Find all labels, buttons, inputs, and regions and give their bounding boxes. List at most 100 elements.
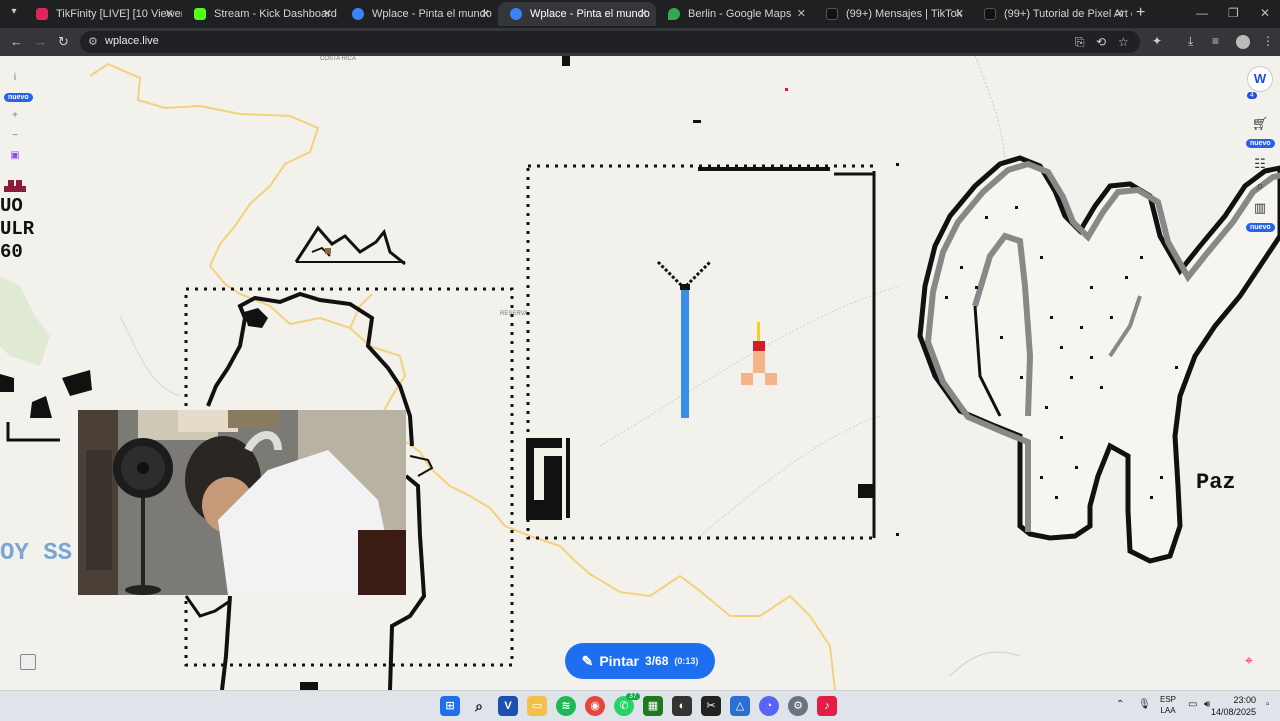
lang-code: ESP	[1160, 695, 1177, 704]
clock-time: 23:00	[1233, 695, 1256, 705]
search-icon: ⌕	[1256, 178, 1264, 193]
close-icon[interactable]: ✕	[481, 2, 490, 26]
close-window-icon[interactable]: ✕	[1260, 6, 1270, 20]
menu-dots-icon[interactable]: ⋮	[1262, 34, 1274, 48]
close-icon[interactable]: ✕	[323, 2, 332, 26]
minimize-icon[interactable]: —	[1196, 6, 1208, 20]
twitch-icon[interactable]: ▣	[4, 150, 26, 164]
tab-tikfinity[interactable]: TikFinity [LIVE] [10 Viewers] ✕	[24, 2, 182, 26]
bookmark-star-icon[interactable]: ☆	[1118, 35, 1129, 49]
close-icon[interactable]: ✕	[797, 2, 806, 26]
new-badge-leaderboard: nuevo	[1246, 223, 1275, 232]
settings-gear-icon[interactable]: ⚙	[788, 696, 808, 716]
microphone-icon[interactable]: 🎙︎	[1138, 699, 1151, 710]
file-explorer-icon[interactable]: ▭	[527, 696, 547, 716]
tab-tiktok-tutorial[interactable]: (99+) Tutorial de Pixel Art en W ✕	[972, 2, 1132, 26]
notification-count-badge: 4	[1247, 92, 1257, 99]
tiktok-icon	[826, 8, 838, 20]
system-clock[interactable]: 23:00 14/08/2025	[1211, 694, 1256, 718]
close-icon[interactable]: ✕	[165, 2, 174, 26]
tab-title: Berlin - Google Maps	[688, 8, 792, 20]
tray-chevron-up-icon[interactable]: ⌃	[1116, 699, 1124, 710]
input-language[interactable]: ESP LAA	[1160, 694, 1176, 716]
url-text: wplace.live	[105, 35, 159, 47]
close-icon[interactable]: ✕	[1115, 2, 1124, 26]
alliance-button[interactable]: ☷	[1246, 156, 1274, 172]
display-icon[interactable]: ▭	[1188, 699, 1197, 710]
new-tab-plus-icon[interactable]: +	[1136, 4, 1145, 22]
downloads-icon[interactable]: ⤓	[1188, 34, 1193, 49]
close-icon[interactable]: ✕	[639, 2, 648, 26]
windows-start-icon[interactable]: ⊞	[440, 696, 460, 716]
extensions-icon[interactable]: ✦	[1152, 34, 1162, 48]
left-art-text-2: ULR	[0, 218, 35, 240]
tab-title: Stream - Kick Dashboard	[214, 8, 337, 20]
install-app-icon[interactable]: ⎘	[1075, 35, 1085, 50]
forward-arrow-icon[interactable]: →	[34, 34, 47, 49]
paint-button[interactable]: ✎ Pintar 3/68 (0:13)	[565, 643, 715, 679]
left-sidebar: i nuevo + − ▣	[4, 66, 33, 164]
paint-charges: 3/68	[645, 654, 669, 668]
wplace-icon	[352, 8, 364, 20]
tikfinity-icon	[36, 8, 48, 20]
site-info-icon[interactable]: ⚙	[88, 35, 98, 48]
restore-icon[interactable]: ❐	[1228, 6, 1239, 20]
tab-search-icon[interactable]: ▾	[4, 6, 24, 22]
obs-icon[interactable]: ◐	[672, 696, 692, 716]
m-pixel-art	[917, 155, 1280, 564]
new-badge-left: nuevo	[4, 86, 33, 104]
azure-icon[interactable]: △	[730, 696, 750, 716]
minecraft-icon[interactable]: ▦	[643, 696, 663, 716]
address-bar[interactable]: ⚙ wplace.live ⎘ ⟲ ☆	[80, 31, 1140, 53]
locate-me-icon[interactable]: ⌖	[1245, 652, 1253, 669]
wplace-icon	[510, 8, 522, 20]
new-badge-store: nuevo	[1246, 139, 1275, 148]
left-bottom-art-text: OY SS	[0, 540, 72, 567]
back-arrow-icon[interactable]: ←	[10, 34, 23, 49]
maps-icon	[668, 8, 680, 20]
lang-layout: LAA	[1160, 706, 1176, 715]
tiktok-live-icon[interactable]: ♪	[817, 696, 837, 716]
wplace-logo-button[interactable]: W 4	[1246, 66, 1274, 110]
map-label-costa-rica: COSTA RICA	[320, 56, 356, 62]
tab-wplace-1[interactable]: Wplace - Pinta el mundo ✕	[340, 2, 498, 26]
left-art-text-3: 60	[0, 241, 23, 263]
paint-timer: (0:13)	[674, 656, 699, 666]
tab-kick-dashboard[interactable]: Stream - Kick Dashboard ✕	[182, 2, 340, 26]
reload-icon[interactable]: ↻	[58, 34, 69, 50]
translate-icon[interactable]: ⟲	[1096, 35, 1106, 49]
store-button[interactable]: 🛒︎ nuevo	[1246, 116, 1275, 150]
windows-taskbar: ⊞ ⌕ V ▭ ≋ ◉ ✆ 37 ▦ ◐ ✂ △ ◔ ⚙ ♪ ⌃ ESP LAA…	[0, 690, 1280, 721]
left-art-text-1: UO	[0, 195, 23, 217]
tab-tiktok-messages[interactable]: (99+) Mensajes | TikTok ✕	[814, 2, 972, 26]
search-location-button[interactable]: ⌕	[1246, 178, 1274, 194]
taskbar-search-icon[interactable]: ⌕	[469, 696, 489, 716]
paz-art-text: Paz	[1196, 470, 1236, 495]
wplace-map-canvas[interactable]: UO ULR 60 OY SS COSTA RICA RESERVA Paz i…	[0, 56, 1280, 690]
leaderboard-button[interactable]: ▥ nuevo	[1246, 200, 1275, 234]
tab-title: Wplace - Pinta el mundo	[530, 8, 650, 20]
leaderboard-icon: ▥	[1253, 200, 1267, 215]
tab-title: (99+) Mensajes | TikTok	[846, 8, 963, 20]
plus-icon[interactable]: +	[4, 110, 26, 124]
browser-toolbar: ← → ↻ ⚙ wplace.live ⎘ ⟲ ☆ ✦ ⤓ ≡ ⋮	[0, 28, 1280, 56]
chrome-icon[interactable]: ◉	[585, 696, 605, 716]
visual-studio-icon[interactable]: V	[498, 696, 518, 716]
reading-list-icon[interactable]: ≡	[1212, 34, 1219, 48]
clock-date: 14/08/2025	[1210, 707, 1256, 717]
tiktok-icon	[984, 8, 996, 20]
spotify-icon[interactable]: ≋	[556, 696, 576, 716]
map-label-reserva: RESERVA	[500, 311, 528, 317]
webcam-overlay	[78, 410, 406, 595]
map-layers-icon[interactable]	[20, 654, 36, 670]
info-icon[interactable]: i	[4, 72, 26, 86]
tab-wplace-2[interactable]: Wplace - Pinta el mundo ✕	[498, 2, 656, 26]
volume-icon[interactable]: 🔊︎	[1204, 699, 1210, 710]
minus-icon[interactable]: −	[4, 130, 26, 144]
capcut-icon[interactable]: ✂	[701, 696, 721, 716]
notifications-icon[interactable]: ▫	[1266, 699, 1270, 710]
tab-google-maps[interactable]: Berlin - Google Maps ✕	[656, 2, 814, 26]
close-icon[interactable]: ✕	[955, 2, 964, 26]
profile-avatar[interactable]	[1236, 35, 1250, 49]
discord-icon[interactable]: ◔	[759, 696, 779, 716]
